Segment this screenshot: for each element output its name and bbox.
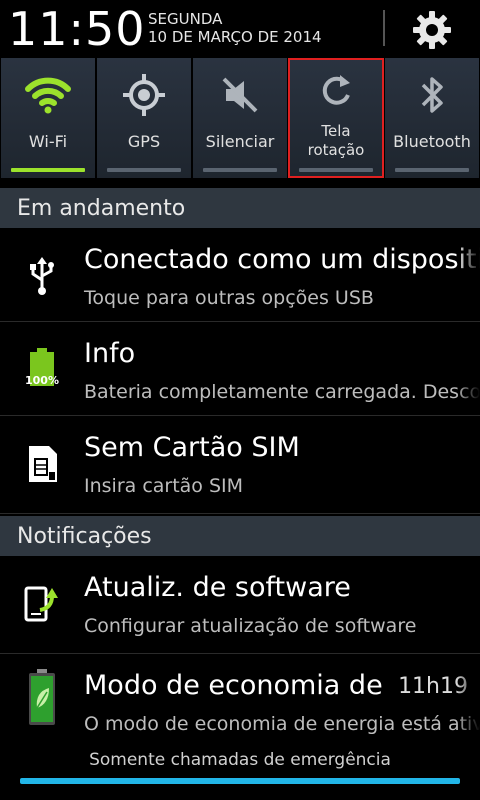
- notification-subtitle: Bateria completamente carregada. Descone…: [84, 381, 480, 403]
- qs-wifi-label: Wi-Fi: [28, 132, 68, 151]
- section-title-ongoing: Em andamento: [17, 196, 186, 221]
- notification-subtitle: Toque para outras opções USB: [84, 287, 374, 309]
- gear-icon: [413, 11, 451, 49]
- text-fade: [456, 322, 480, 415]
- day-label: SEGUNDA: [148, 10, 223, 28]
- section-header-ongoing: Em andamento: [0, 188, 480, 228]
- header-divider: [383, 10, 385, 46]
- notification-title: Atualiz. de software: [84, 572, 351, 603]
- emergency-calls-label: Somente chamadas de emergência: [89, 750, 391, 770]
- qs-mute-toggle[interactable]: Silenciar: [192, 58, 288, 178]
- qs-rotation-label-line2: rotação: [307, 141, 365, 159]
- software-update-icon: [18, 580, 66, 628]
- notification-title: Modo de economia de energia: [84, 670, 382, 701]
- rotate-icon: [289, 66, 383, 116]
- qs-mute-label: Silenciar: [205, 132, 275, 151]
- notification-subtitle: Insira cartão SIM: [84, 475, 244, 497]
- qs-gps-indicator: [107, 168, 181, 172]
- qs-bluetooth-indicator: [395, 168, 469, 172]
- qs-rotation-toggle[interactable]: Tela rotação: [288, 58, 384, 178]
- notification-usb[interactable]: Conectado como um dispositivo Toque para…: [0, 228, 480, 322]
- qs-mute-indicator: [203, 168, 277, 172]
- qs-gps-toggle[interactable]: GPS: [96, 58, 192, 178]
- notification-title: Sem Cartão SIM: [84, 432, 300, 463]
- section-title-notifications: Notificações: [17, 524, 152, 549]
- power-saving-icon: [18, 668, 66, 728]
- notification-software-update[interactable]: Atualiz. de software Configurar atualiza…: [0, 556, 480, 654]
- mute-icon: [193, 70, 287, 120]
- qs-bluetooth-toggle[interactable]: Bluetooth: [384, 58, 480, 178]
- qs-rotation-label: Tela rotação: [289, 122, 383, 160]
- notification-subtitle: Configurar atualização de software: [84, 615, 417, 637]
- bluetooth-icon: [385, 70, 479, 120]
- qs-bluetooth-label: Bluetooth: [393, 132, 471, 151]
- notification-power-saving[interactable]: Modo de economia de energia 11h19 O modo…: [0, 654, 480, 742]
- quick-settings-panel: Wi-Fi GPS Silenciar Tela rotação Bluetoo…: [0, 58, 480, 178]
- footer: Somente chamadas de emergência: [0, 742, 480, 800]
- gps-icon: [97, 70, 191, 120]
- date-block: SEGUNDA 10 DE MARÇO DE 2014: [148, 10, 322, 46]
- usb-icon: [18, 252, 66, 300]
- notification-subtitle: O modo de economia de energia está ativo: [84, 713, 480, 735]
- date-label: 10 DE MARÇO DE 2014: [148, 28, 322, 46]
- qs-gps-label: GPS: [127, 132, 161, 151]
- clock: 11:50: [8, 2, 146, 56]
- settings-button[interactable]: [400, 4, 464, 56]
- qs-rotation-label-line1: Tela: [321, 122, 351, 140]
- notification-battery-info[interactable]: 100% Info Bateria completamente carregad…: [0, 322, 480, 416]
- status-header: 11:50 SEGUNDA 10 DE MARÇO DE 2014: [0, 0, 480, 58]
- text-fade: [456, 556, 480, 653]
- text-fade: [456, 228, 480, 321]
- battery-badge: 100%: [25, 373, 59, 387]
- wifi-icon: [1, 70, 95, 120]
- notification-title: Conectado como um dispositivo: [84, 244, 480, 275]
- qs-wifi-toggle[interactable]: Wi-Fi: [0, 58, 96, 178]
- battery-full-icon: 100%: [18, 342, 66, 390]
- notification-no-sim[interactable]: Sem Cartão SIM Insira cartão SIM: [0, 416, 480, 514]
- text-fade: [456, 654, 480, 742]
- qs-wifi-indicator: [11, 168, 85, 172]
- drag-handle[interactable]: [20, 778, 460, 784]
- sim-card-icon: [18, 440, 66, 488]
- notification-title: Info: [84, 338, 136, 369]
- qs-rotation-indicator: [299, 168, 373, 172]
- section-header-notifications: Notificações: [0, 516, 480, 556]
